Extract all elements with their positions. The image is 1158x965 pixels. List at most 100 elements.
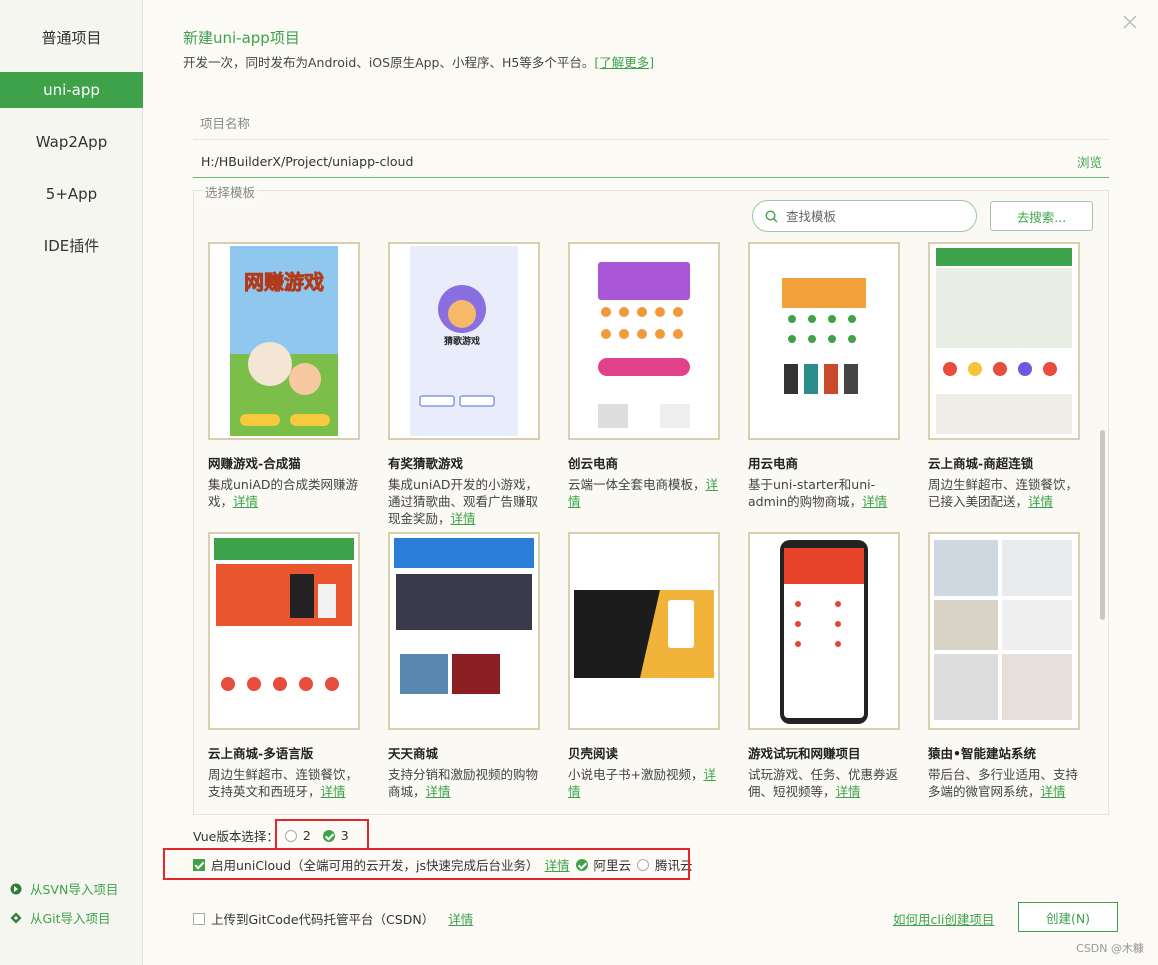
import-svn-link[interactable]: 从SVN导入项目 [10,879,118,898]
template-title: 网赚游戏-合成猫 [208,456,301,471]
template-thumbnail [928,532,1080,730]
template-detail-link[interactable]: 详情 [233,494,258,509]
template-desc: 小说电子书+激励视频，详情 [568,766,728,800]
cloud-mall-multilang-art [212,536,356,726]
template-card-game-trial[interactable]: 游戏试玩和网赚项目 试玩游戏、任务、优惠券返佣、短视频等，详情 [748,532,908,800]
template-card-yongyun-shop[interactable]: 用云电商 基于uni-starter和uni-admin的购物商城，详情 [748,242,908,510]
template-title: 云上商城-多语言版 [208,746,314,761]
go-search-button[interactable]: 去搜索... [990,201,1093,231]
gitcode-checkbox[interactable] [193,912,205,925]
main-panel: 新建uni-app项目 开发一次，同时发布为Android、iOS原生App、小… [143,0,1158,965]
cli-row: 如何用cli创建项目 [893,909,994,928]
template-title: 有奖猜歌游戏 [388,456,464,471]
template-thumbnail [928,242,1080,440]
template-card-guess-song[interactable]: 猜歌游戏 有奖猜歌游戏 集成uniAD开发的小游戏，通过猜歌曲、观看广告赚取现金… [388,242,548,527]
search-input[interactable] [786,208,956,224]
template-thumbnail [748,532,900,730]
template-thumbnail [748,242,900,440]
template-desc-text: 小说电子书+激励视频， [568,767,704,782]
template-desc: 试玩游戏、任务、优惠券返佣、短视频等，详情 [748,766,908,800]
template-scrollbar[interactable] [1100,430,1105,620]
template-thumbnail [208,532,360,730]
watermark: CSDN @木糠 [1076,942,1144,955]
template-title: 贝壳阅读 [568,746,619,761]
cat-game-art: 网赚游戏 [230,246,338,436]
template-detail-link[interactable]: 详情 [836,784,861,799]
browse-link[interactable]: 浏览 [1077,152,1102,171]
import-git-label: 从Git导入项目 [30,911,111,926]
template-title: 创云电商 [568,456,619,471]
highlight-vue-version [275,819,369,850]
template-desc-text: 试玩游戏、任务、优惠券返佣、短视频等， [748,767,899,799]
template-desc: 集成uniAD的合成类网赚游戏，详情 [208,476,368,510]
template-detail-link[interactable]: 详情 [426,784,451,799]
project-name-label: 项目名称 [200,116,251,131]
template-card-yuanyou-site[interactable]: 猿由•智能建站系统 带后台、多行业适用、支持多端的微官网系统，详情 [928,532,1088,800]
template-card-chuangyun-shop[interactable]: 创云电商 云端一体全套电商模板，详情 [568,242,728,510]
page-title: 新建uni-app项目 [183,29,300,47]
template-card-tiantian-mall[interactable]: 天天商城 支持分销和激励视频的购物商城，详情 [388,532,548,800]
sidebar-item-5plus-app[interactable]: 5+App [0,176,143,212]
template-desc: 云端一体全套电商模板，详情 [568,476,728,510]
divider [193,139,1109,140]
template-desc-text: 云端一体全套电商模板， [568,477,706,492]
cli-create-link[interactable]: 如何用cli创建项目 [893,909,994,928]
template-detail-link[interactable]: 详情 [1041,784,1066,799]
import-git-link[interactable]: 从Git导入项目 [10,908,111,927]
template-card-beike-reader[interactable]: 贝壳阅读 小说电子书+激励视频，详情 [568,532,728,800]
yuanyou-site-art [932,536,1076,726]
template-desc: 基于uni-starter和uni-admin的购物商城，详情 [748,476,908,510]
template-detail-link[interactable]: 详情 [862,494,887,509]
yongyun-shop-art [776,246,872,436]
gitcode-row: 上传到GitCode代码托管平台（CSDN） 详情 [193,909,473,928]
template-card-cloud-mall-multilang[interactable]: 云上商城-多语言版 周边生鲜超市、连锁餐饮，支持英文和西班牙，详情 [208,532,368,800]
sidebar-item-normal-project[interactable]: 普通项目 [0,20,143,56]
sidebar-item-uni-app[interactable]: uni-app [0,72,143,108]
template-title: 云上商城-商超连锁 [928,456,1034,471]
template-detail-link[interactable]: 详情 [451,511,476,526]
tiantian-mall-art [392,536,536,726]
svn-icon [10,883,22,894]
template-thumbnail: 猜歌游戏 [388,242,540,440]
template-desc: 周边生鲜超市、连锁餐饮，已接入美团配送，详情 [928,476,1088,510]
template-title: 游戏试玩和网赚项目 [748,746,861,761]
template-desc-text: 周边生鲜超市、连锁餐饮，已接入美团配送， [928,477,1079,509]
cloud-mall-chain-art [932,246,1076,436]
gitcode-detail-link[interactable]: 详情 [448,909,473,928]
sidebar-item-ide-plugin[interactable]: IDE插件 [0,228,143,264]
template-search[interactable] [752,200,977,232]
chuangyun-shop-art [592,246,696,436]
template-card-cat-game[interactable]: 网赚游戏 网赚游戏-合成猫 集成uniAD的合成类网赚游戏，详情 [208,242,368,510]
highlight-unicloud [163,848,690,880]
template-legend: 选择模板 [203,182,258,201]
template-card-cloud-mall-chain[interactable]: 云上商城-商超连锁 周边生鲜超市、连锁餐饮，已接入美团配送，详情 [928,242,1088,510]
template-thumbnail [388,532,540,730]
sidebar-item-wap2app[interactable]: Wap2App [0,124,143,160]
template-title: 猿由•智能建站系统 [928,746,1036,761]
template-desc-text: 集成uniAD的合成类网赚游戏， [208,477,358,509]
svg-text:猜歌游戏: 猜歌游戏 [443,335,480,347]
template-desc-text: 基于uni-starter和uni-admin的购物商城， [748,477,876,509]
template-thumbnail: 网赚游戏 [208,242,360,440]
template-thumbnail [568,532,720,730]
template-detail-link[interactable]: 详情 [321,784,346,799]
learn-more-link[interactable]: [了解更多] [594,55,654,70]
page-subtitle: 开发一次，同时发布为Android、iOS原生App、小程序、H5等多个平台。[… [183,52,654,71]
close-icon[interactable] [1120,12,1140,32]
template-desc: 支持分销和激励视频的购物商城，详情 [388,766,548,800]
sidebar: 普通项目 uni-app Wap2App 5+App IDE插件 从SVN导入项… [0,0,143,965]
template-desc: 集成uniAD开发的小游戏，通过猜歌曲、观看广告赚取现金奖励，详情 [388,476,548,527]
import-svn-label: 从SVN导入项目 [30,882,119,897]
path-underline [193,177,1109,178]
template-thumbnail [568,242,720,440]
git-icon [10,912,22,923]
template-detail-link[interactable]: 详情 [1028,494,1053,509]
template-title: 天天商城 [388,746,439,761]
vue-version-label: Vue版本选择： [193,829,279,844]
project-path-input[interactable] [201,150,1071,172]
template-desc-text: 支持分销和激励视频的购物商城， [388,767,539,799]
search-icon [765,209,778,222]
game-trial-art [752,536,896,726]
subtitle-text: 开发一次，同时发布为Android、iOS原生App、小程序、H5等多个平台。 [183,55,595,70]
create-button[interactable]: 创建(N) [1018,902,1118,932]
